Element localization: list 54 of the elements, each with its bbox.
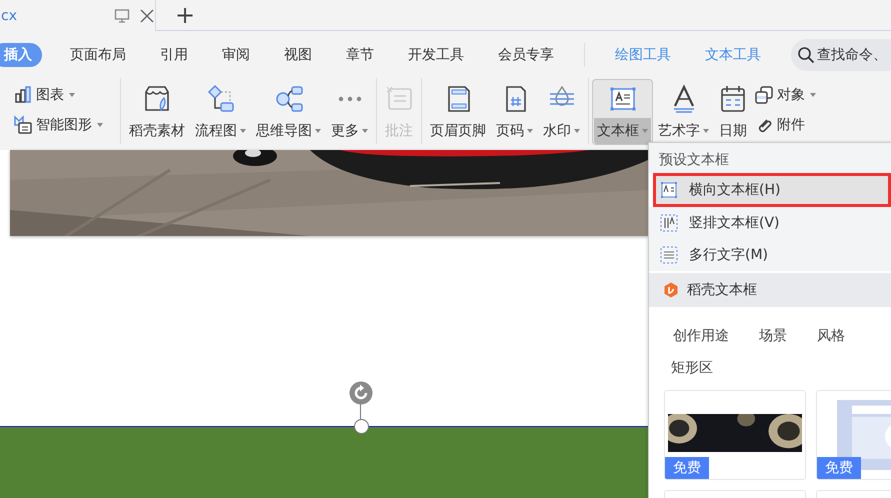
calendar-icon: [718, 84, 748, 114]
free-badge: 免费: [817, 457, 861, 479]
filter-tab[interactable]: 风格: [817, 327, 845, 345]
ribbon-tab[interactable]: 会员专享: [492, 42, 560, 66]
mindmap-icon: [274, 84, 304, 114]
toolbar-button[interactable]: 附件: [753, 112, 817, 138]
menu-item[interactable]: 竖排文本框(V): [649, 207, 891, 239]
ribbon-tab[interactable]: 审阅: [216, 42, 256, 66]
toolbar-button[interactable]: 稻壳素材: [125, 80, 189, 144]
free-badge: 免费: [665, 457, 709, 479]
toolbar-button[interactable]: 更多: [327, 80, 372, 144]
multiline-text-icon: [659, 245, 679, 265]
flowchart-icon: [206, 84, 236, 114]
search-input[interactable]: 查找命令、: [817, 46, 891, 62]
store-icon: [142, 84, 172, 114]
toolbar-button[interactable]: 页眉页脚: [426, 80, 490, 144]
toolbar-button[interactable]: 对象: [753, 82, 817, 108]
monitor-icon[interactable]: [114, 8, 130, 24]
rotate-handle-icon[interactable]: [349, 381, 373, 405]
flame-badge-icon: [663, 282, 679, 298]
chart-icon: [13, 85, 33, 105]
ribbon-tab[interactable]: 引用: [154, 42, 194, 66]
toolbar-button[interactable]: 文本框: [593, 80, 652, 144]
ribbon-tab[interactable]: 页面布局: [64, 42, 132, 66]
section-title: 稻壳文本框: [687, 281, 757, 299]
new-tab-button[interactable]: +: [175, 3, 196, 27]
template-card[interactable]: 免费: [816, 390, 891, 480]
menu-item[interactable]: 多行文字(M): [649, 239, 891, 271]
menu-item[interactable]: 横向文本框(H): [654, 174, 890, 206]
toolbar-button[interactable]: 页码: [492, 80, 537, 144]
search-icon: [797, 46, 815, 64]
filter-tab[interactable]: 场景: [759, 327, 787, 345]
toolbar-button[interactable]: 流程图: [191, 80, 250, 144]
horizontal-textbox-icon: [659, 180, 679, 200]
toolbar-button[interactable]: 智能图形: [12, 112, 104, 138]
more-icon: [338, 96, 362, 102]
toolbar-button[interactable]: 水印: [539, 80, 584, 144]
template-card[interactable]: 免费: [664, 390, 806, 480]
menu-section-title: 预设文本框: [649, 143, 891, 173]
category-label: 矩形区: [670, 359, 714, 377]
smart-graphic-icon: [13, 115, 33, 135]
vertical-textbox-icon: [659, 213, 679, 233]
ribbon-tab[interactable]: 视图: [278, 42, 318, 66]
ribbon-tab[interactable]: 开发工具: [402, 42, 470, 66]
close-icon[interactable]: [139, 8, 155, 24]
resize-handle[interactable]: [354, 419, 369, 434]
document-tab-title[interactable]: cx: [1, 8, 17, 24]
search-field[interactable]: 查找命令、: [791, 38, 891, 70]
ribbon-tab[interactable]: 章节: [340, 42, 380, 66]
filter-tab[interactable]: 创作用途: [673, 327, 729, 345]
toolbar-button[interactable]: 图表: [12, 82, 104, 108]
toolbar-button[interactable]: 日期: [715, 80, 751, 144]
toolbar-button[interactable]: 思维导图: [252, 80, 325, 144]
object-icon: [754, 85, 774, 105]
